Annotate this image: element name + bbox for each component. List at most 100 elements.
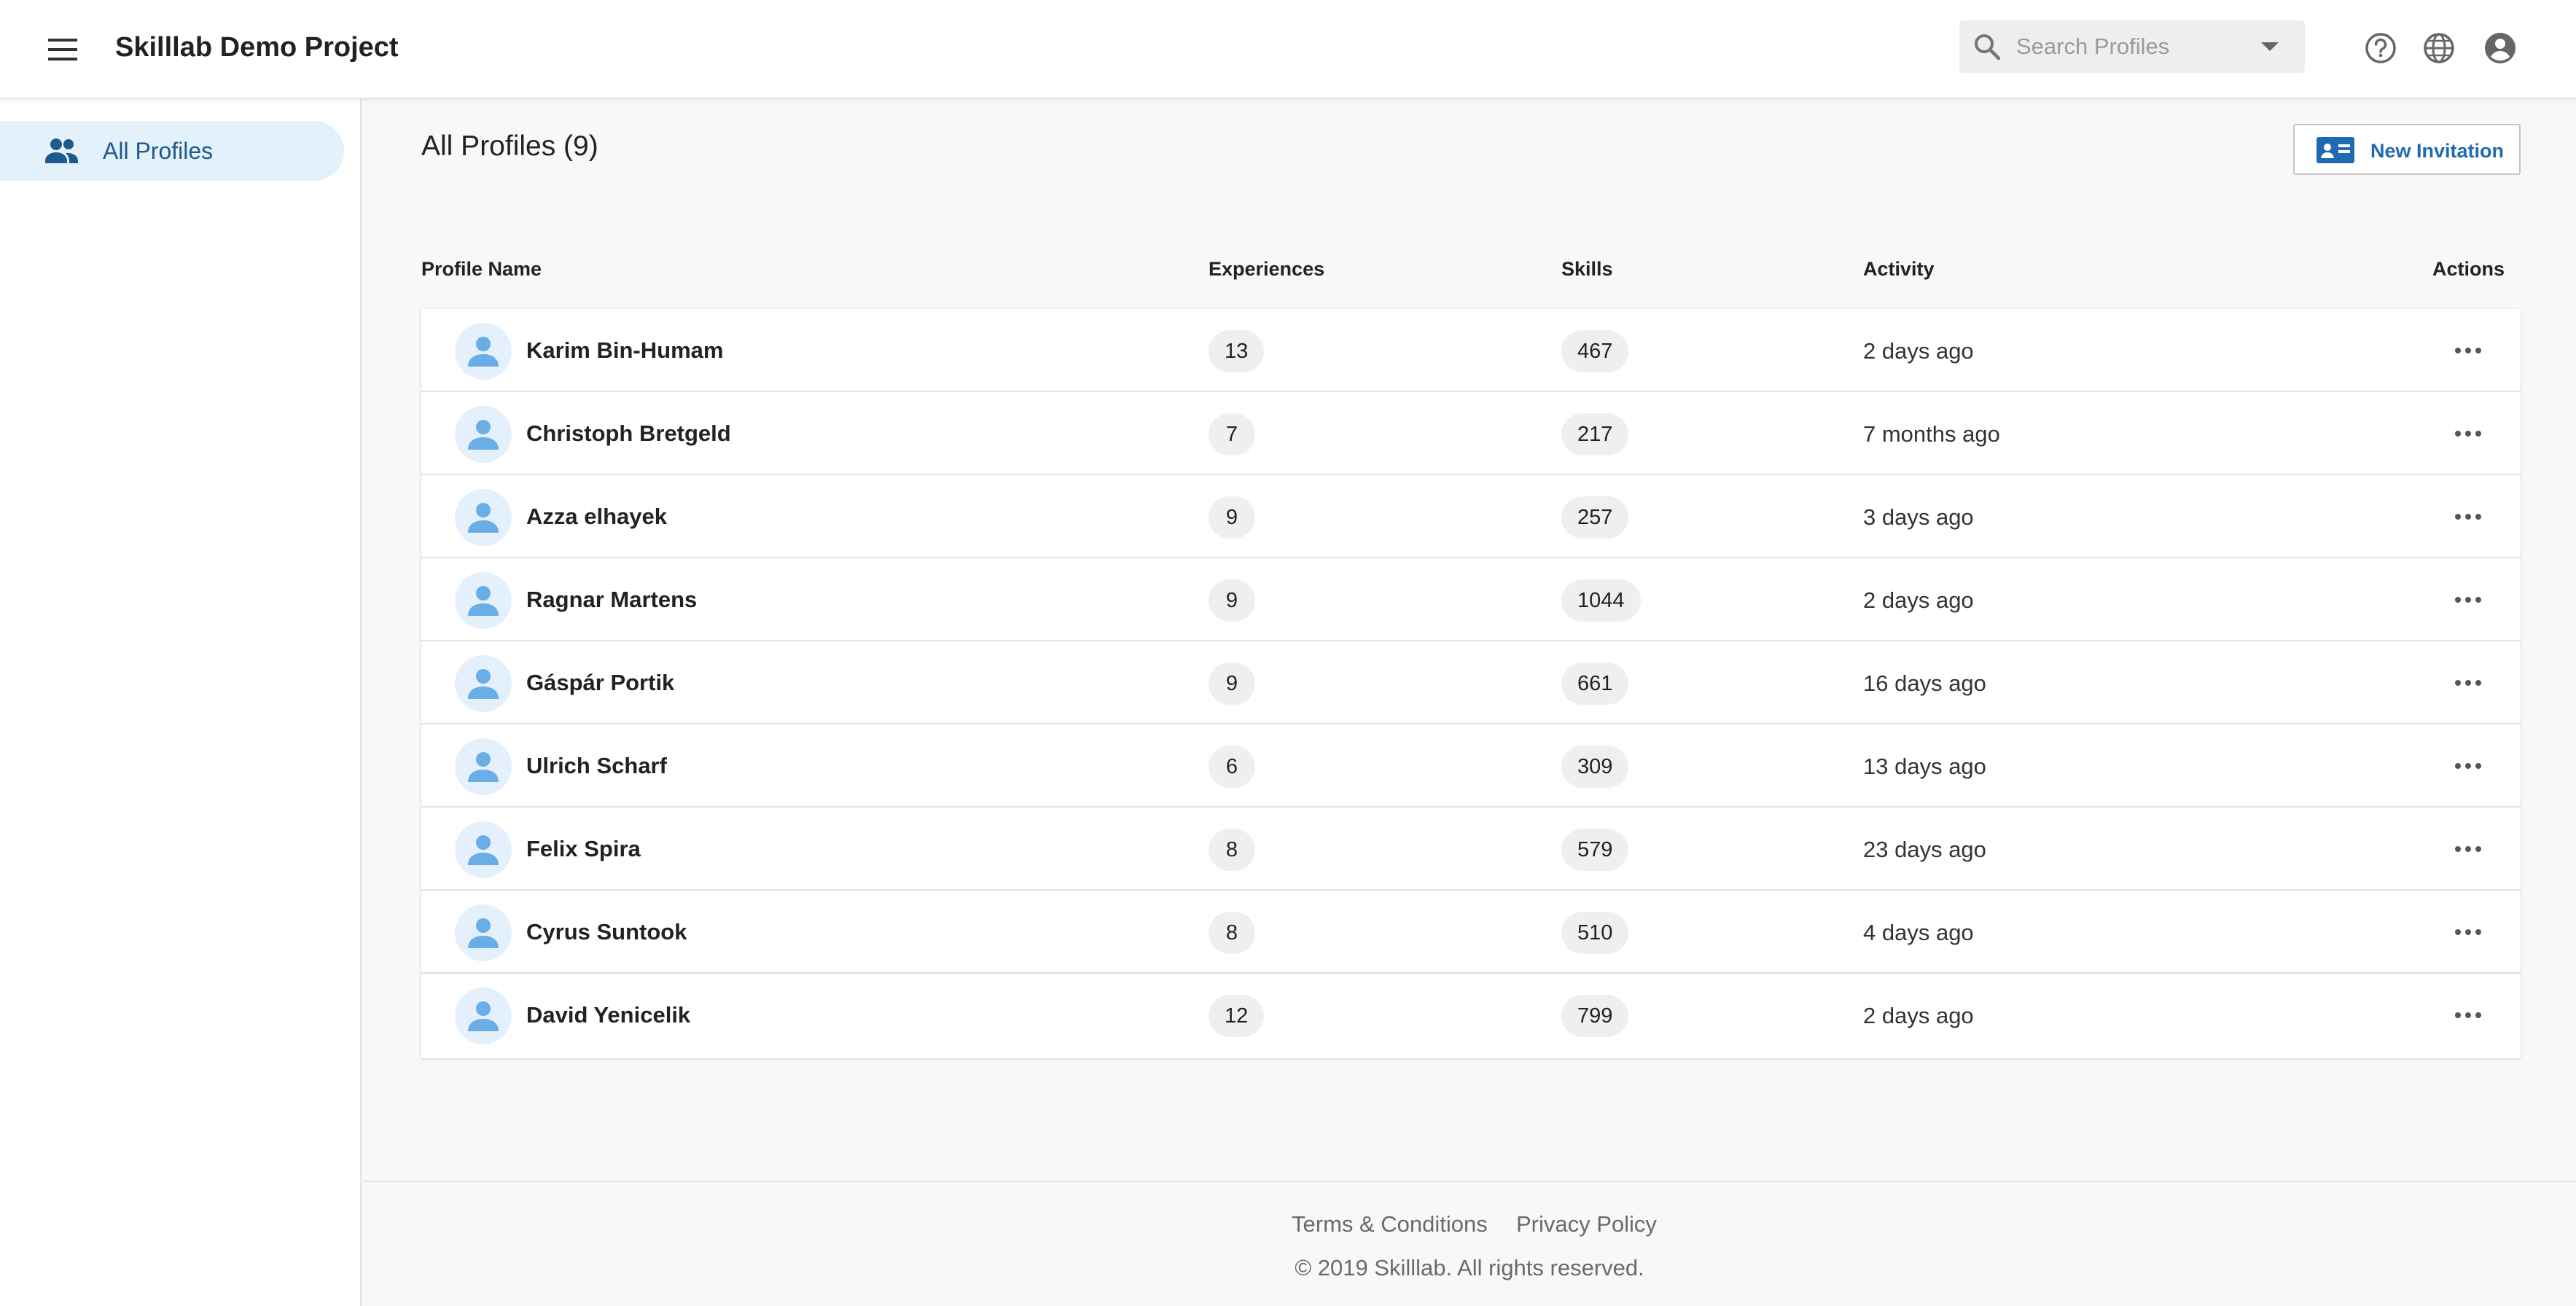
- column-header-profile-name[interactable]: Profile Name: [421, 257, 542, 281]
- table-row[interactable]: Karim Bin-Humam 13 467 2 days ago: [421, 309, 2521, 392]
- activity-text: 2 days ago: [1863, 338, 1974, 364]
- experiences-count: 8: [1209, 829, 1255, 871]
- more-actions-button[interactable]: [2449, 336, 2487, 365]
- menu-icon: [48, 39, 77, 60]
- more-horizontal-icon: [2455, 763, 2481, 769]
- more-actions-button[interactable]: [2449, 419, 2487, 448]
- experiences-count: 13: [1209, 330, 1265, 372]
- avatar: [455, 406, 512, 463]
- skills-count: 257: [1561, 496, 1629, 539]
- account-icon: [2485, 33, 2515, 63]
- new-invitation-label: New Invitation: [2370, 140, 2505, 162]
- person-icon: [468, 503, 499, 533]
- experiences-count: 6: [1209, 746, 1255, 788]
- terms-link[interactable]: Terms & Conditions: [1292, 1210, 1488, 1239]
- table-row[interactable]: Ulrich Scharf 6 309 13 days ago: [421, 724, 2521, 808]
- people-icon: [45, 138, 78, 163]
- more-horizontal-icon: [2455, 348, 2481, 353]
- experiences-count: 7: [1209, 413, 1255, 455]
- language-button[interactable]: [2419, 28, 2459, 69]
- profile-name[interactable]: David Yenicelik: [526, 1001, 690, 1030]
- profile-name[interactable]: Ragnar Martens: [526, 585, 697, 614]
- avatar: [455, 988, 512, 1044]
- skills-count: 799: [1561, 995, 1629, 1037]
- table-row[interactable]: Gáspár Portik 9 661 16 days ago: [421, 641, 2521, 724]
- avatar: [455, 904, 512, 961]
- chevron-down-icon[interactable]: [2255, 36, 2284, 57]
- sidebar-item-all-profiles[interactable]: All Profiles: [0, 121, 344, 181]
- avatar: [455, 572, 512, 629]
- menu-button[interactable]: [44, 31, 82, 69]
- avatar: [455, 655, 512, 712]
- table-row[interactable]: Cyrus Suntook 8 510 4 days ago: [421, 891, 2521, 974]
- help-button[interactable]: [2360, 28, 2401, 69]
- avatar: [455, 489, 512, 546]
- activity-text: 3 days ago: [1863, 504, 1974, 530]
- more-actions-button[interactable]: [2449, 834, 2487, 864]
- sidebar: All Profiles: [0, 99, 362, 1306]
- activity-text: 13 days ago: [1863, 754, 1986, 779]
- more-actions-button[interactable]: [2449, 585, 2487, 614]
- more-horizontal-icon: [2455, 597, 2481, 603]
- person-icon: [468, 835, 499, 865]
- more-horizontal-icon: [2455, 514, 2481, 520]
- skills-count: 217: [1561, 413, 1629, 455]
- page-title: All Profiles (9): [421, 130, 598, 162]
- new-invitation-button[interactable]: New Invitation: [2293, 124, 2521, 175]
- column-header-activity[interactable]: Activity: [1863, 257, 1935, 281]
- table-row[interactable]: Azza elhayek 9 257 3 days ago: [421, 475, 2521, 558]
- person-icon: [468, 669, 499, 699]
- column-header-skills[interactable]: Skills: [1561, 257, 1613, 281]
- more-horizontal-icon: [2455, 680, 2481, 686]
- more-horizontal-icon: [2455, 929, 2481, 935]
- table-row[interactable]: Ragnar Martens 9 1044 2 days ago: [421, 558, 2521, 641]
- activity-text: 16 days ago: [1863, 670, 1986, 696]
- footer: Terms & Conditions Privacy Policy © 2019…: [363, 1181, 2576, 1306]
- table-row[interactable]: Felix Spira 8 579 23 days ago: [421, 808, 2521, 891]
- skills-count: 467: [1561, 330, 1629, 372]
- sidebar-item-label: All Profiles: [103, 138, 214, 164]
- skills-count: 661: [1561, 662, 1629, 705]
- avatar: [455, 323, 512, 380]
- profile-name[interactable]: Azza elhayek: [526, 502, 667, 531]
- copyright-text: © 2019 Skilllab. All rights reserved.: [1295, 1255, 1644, 1280]
- skills-count: 579: [1561, 829, 1629, 871]
- globe-icon: [2424, 33, 2454, 63]
- profile-name[interactable]: Cyrus Suntook: [526, 918, 687, 947]
- column-header-actions: Actions: [2432, 258, 2505, 280]
- activity-text: 4 days ago: [1863, 920, 1974, 945]
- person-icon: [468, 420, 499, 450]
- person-icon: [468, 337, 499, 367]
- profile-name[interactable]: Ulrich Scharf: [526, 751, 667, 781]
- experiences-count: 8: [1209, 912, 1255, 954]
- contact-card-icon: [2317, 137, 2354, 163]
- search-input[interactable]: [2016, 29, 2235, 64]
- more-actions-button[interactable]: [2449, 751, 2487, 781]
- profile-name[interactable]: Karim Bin-Humam: [526, 336, 723, 365]
- search-box[interactable]: [1959, 20, 2305, 73]
- experiences-count: 9: [1209, 662, 1255, 705]
- activity-text: 2 days ago: [1863, 1003, 1974, 1028]
- avatar: [455, 738, 512, 795]
- more-actions-button[interactable]: [2449, 668, 2487, 697]
- experiences-count: 9: [1209, 579, 1255, 622]
- app-title: Skilllab Demo Project: [115, 32, 399, 63]
- skills-count: 510: [1561, 912, 1629, 954]
- person-icon: [468, 752, 499, 782]
- profiles-table: Karim Bin-Humam 13 467 2 days ago Christ…: [421, 309, 2521, 1058]
- top-app-bar: Skilllab Demo Project: [0, 0, 2576, 99]
- more-actions-button[interactable]: [2449, 918, 2487, 947]
- more-actions-button[interactable]: [2449, 502, 2487, 531]
- more-horizontal-icon: [2455, 1012, 2481, 1018]
- table-row[interactable]: Christoph Bretgeld 7 217 7 months ago: [421, 392, 2521, 475]
- more-actions-button[interactable]: [2449, 1001, 2487, 1030]
- column-header-experiences[interactable]: Experiences: [1209, 257, 1324, 281]
- privacy-link[interactable]: Privacy Policy: [1516, 1210, 1657, 1239]
- profile-name[interactable]: Felix Spira: [526, 834, 641, 864]
- account-button[interactable]: [2480, 28, 2521, 69]
- help-icon: [2365, 33, 2396, 63]
- profile-name[interactable]: Gáspár Portik: [526, 668, 674, 697]
- table-row[interactable]: David Yenicelik 12 799 2 days ago: [421, 974, 2521, 1057]
- profile-name[interactable]: Christoph Bretgeld: [526, 419, 731, 448]
- person-icon: [468, 1001, 499, 1031]
